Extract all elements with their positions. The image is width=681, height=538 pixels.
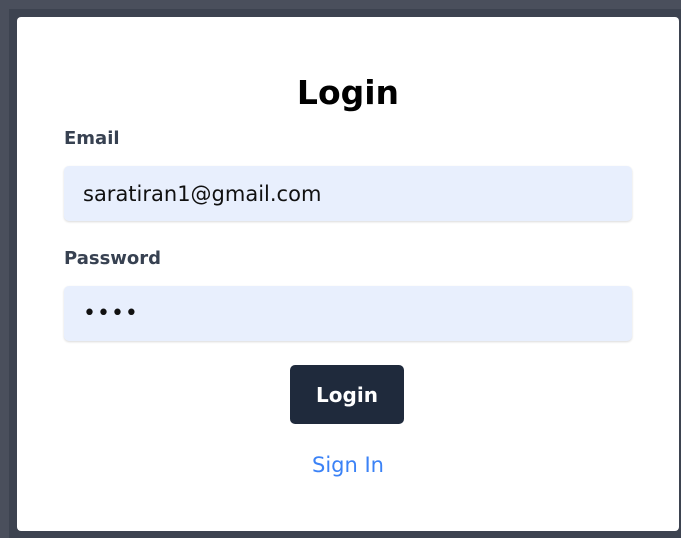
login-button[interactable]: Login — [290, 365, 404, 424]
sign-in-link[interactable]: Sign In — [17, 452, 679, 478]
email-label: Email — [64, 128, 120, 149]
password-label: Password — [64, 248, 162, 269]
password-field[interactable] — [64, 286, 632, 341]
login-card: Login Email Password Login Sign In — [17, 17, 679, 531]
page-title: Login — [296, 73, 400, 112]
email-field[interactable] — [64, 166, 632, 221]
